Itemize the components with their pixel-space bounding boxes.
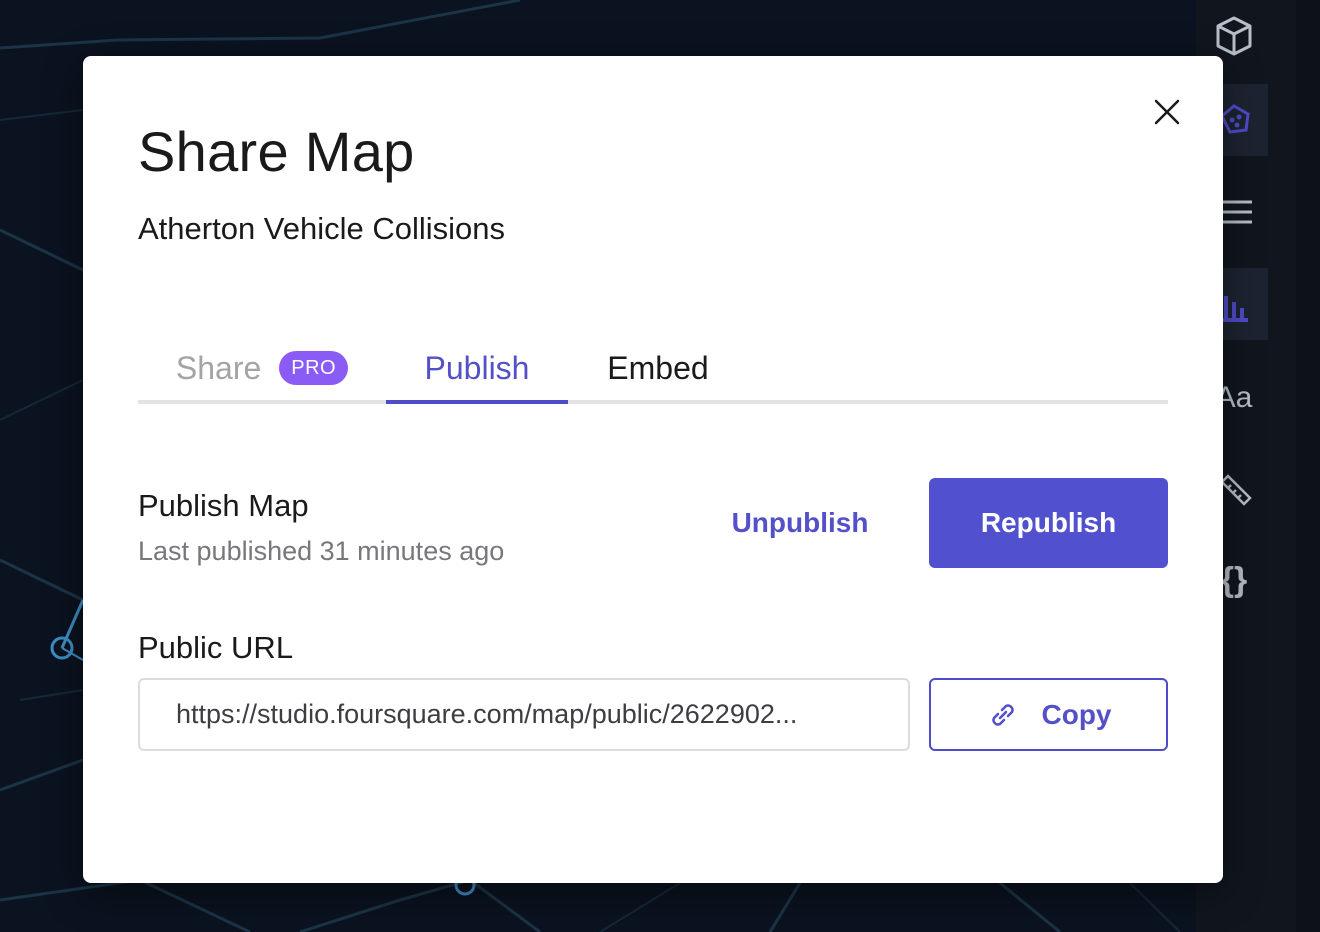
last-published-status: Last published 31 minutes ago [138,536,505,566]
modal-title: Share Map [138,120,415,183]
copy-label: Copy [1041,698,1112,730]
active-tab-indicator [386,400,568,404]
close-icon [1154,99,1180,125]
pro-badge: PRO [279,351,349,385]
unpublish-button[interactable]: Unpublish [703,478,897,568]
cube-icon [1216,16,1252,56]
map-name: Atherton Vehicle Collisions [138,211,506,246]
close-button[interactable] [1147,92,1187,132]
share-tabs: Share PRO Publish Embed [138,326,1168,406]
public-url-input[interactable] [138,678,910,751]
republish-button[interactable]: Republish [929,478,1168,568]
tab-share[interactable]: Share PRO [138,336,386,400]
code-braces-icon: {} [1220,560,1248,599]
tab-publish[interactable]: Publish [386,336,568,400]
share-map-modal: Share Map Atherton Vehicle Collisions Sh… [83,56,1223,883]
public-url-label: Public URL [138,630,294,665]
copy-url-button[interactable]: Copy [929,678,1168,751]
tab-embed-label: Embed [607,349,709,386]
publish-map-label: Publish Map [138,488,309,523]
tabs-divider [138,400,1168,404]
tab-share-label: Share [175,349,262,386]
link-icon [991,703,1014,726]
tab-embed[interactable]: Embed [568,336,748,400]
side-panel-edge [1296,0,1320,932]
tab-publish-label: Publish [424,349,530,386]
